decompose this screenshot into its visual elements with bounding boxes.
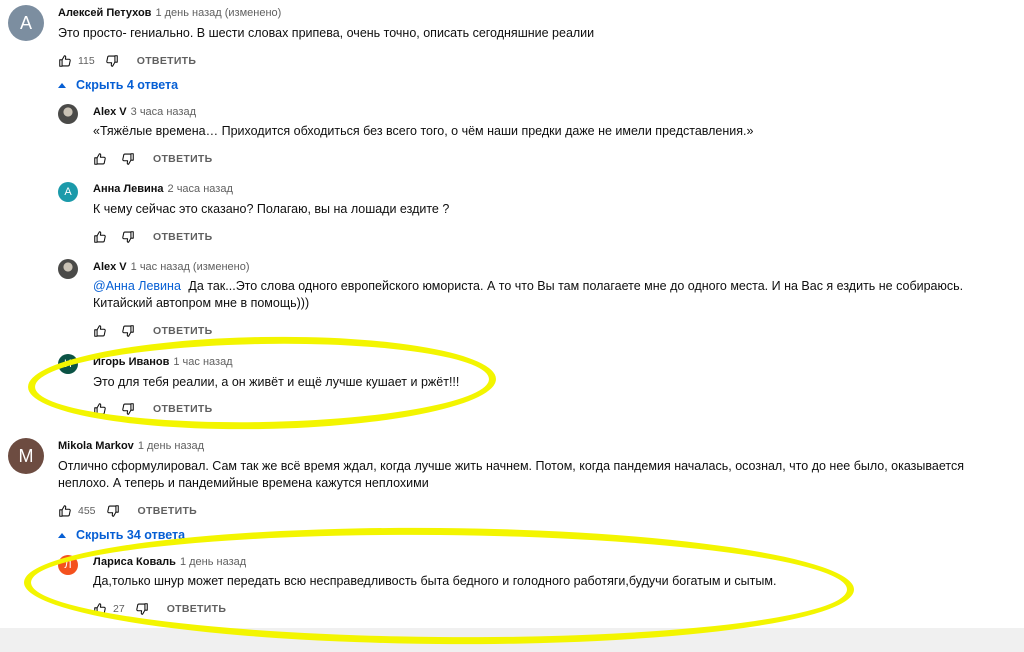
timestamp[interactable]: 3 часа назад: [131, 106, 196, 118]
author-name[interactable]: Mikola Markov: [58, 440, 134, 452]
comment-text: @Анна Левина Да так...Это слова одного е…: [93, 278, 998, 312]
comment-text: Да,только шнур может передать всю неспра…: [93, 574, 777, 588]
comment-actions: 27 ОТВЕТИТЬ: [93, 601, 226, 617]
comment-actions: 455 ОТВЕТИТЬ: [58, 503, 197, 519]
author-name[interactable]: Алексей Петухов: [58, 7, 151, 19]
comment-actions: ОТВЕТИТЬ: [93, 323, 213, 339]
comment-header: Анна Левина 2 часа назад: [93, 183, 233, 195]
avatar[interactable]: [58, 104, 78, 124]
author-name[interactable]: Лариса Коваль: [93, 556, 176, 568]
reply-button[interactable]: ОТВЕТИТЬ: [137, 55, 197, 67]
hide-replies-button[interactable]: Скрыть 34 ответа: [58, 528, 185, 542]
dislike-icon[interactable]: [135, 602, 149, 616]
author-name[interactable]: Alex V: [93, 106, 127, 118]
like-icon[interactable]: [93, 152, 107, 166]
comment-text: Это для тебя реалии, а он живёт и ещё лу…: [93, 375, 460, 389]
timestamp[interactable]: 1 день назад: [180, 556, 246, 568]
avatar[interactable]: И: [58, 354, 78, 374]
author-name[interactable]: Анна Левина: [93, 183, 164, 195]
caret-up-icon: [58, 82, 66, 88]
comment-body: Да так...Это слова одного европейского ю…: [93, 279, 964, 310]
comment-actions: ОТВЕТИТЬ: [93, 229, 213, 245]
author-name[interactable]: Игорь Иванов: [93, 356, 169, 368]
comment-text: К чему сейчас это сказано? Полагаю, вы н…: [93, 202, 450, 216]
like-icon[interactable]: [93, 324, 107, 338]
hide-replies-button[interactable]: Скрыть 4 ответа: [58, 78, 178, 92]
dislike-icon[interactable]: [121, 324, 135, 338]
avatar[interactable]: А: [58, 182, 78, 202]
dislike-icon[interactable]: [121, 402, 135, 416]
avatar[interactable]: А: [8, 5, 44, 41]
like-icon[interactable]: [93, 402, 107, 416]
page-bottom-band: [0, 628, 1024, 652]
comment-header: Mikola Markov 1 день назад: [58, 440, 204, 452]
avatar[interactable]: M: [8, 438, 44, 474]
reply-button[interactable]: ОТВЕТИТЬ: [153, 403, 213, 415]
dislike-icon[interactable]: [106, 504, 120, 518]
comment-text: «Тяжёлые времена… Приходится обходиться …: [93, 124, 754, 138]
mention-link[interactable]: @Анна Левина: [93, 279, 181, 293]
like-icon[interactable]: [93, 602, 107, 616]
hide-replies-label: Скрыть 4 ответа: [76, 78, 179, 92]
hide-replies-label: Скрыть 34 ответа: [76, 528, 186, 542]
dislike-icon[interactable]: [121, 230, 135, 244]
author-name[interactable]: Alex V: [93, 261, 127, 273]
like-icon[interactable]: [58, 54, 72, 68]
timestamp[interactable]: 1 час назад (изменено): [131, 261, 250, 273]
comment-header: Лариса Коваль 1 день назад: [93, 556, 246, 568]
comment-header: Alex V 1 час назад (изменено): [93, 261, 250, 273]
comment-header: Alex V 3 часа назад: [93, 106, 196, 118]
reply-button[interactable]: ОТВЕТИТЬ: [153, 325, 213, 337]
like-icon[interactable]: [93, 230, 107, 244]
reply-button[interactable]: ОТВЕТИТЬ: [167, 603, 227, 615]
comment-header: Игорь Иванов 1 час назад: [93, 356, 233, 368]
comment-header: Алексей Петухов 1 день назад (изменено): [58, 7, 281, 19]
dislike-icon[interactable]: [105, 54, 119, 68]
reply-button[interactable]: ОТВЕТИТЬ: [153, 231, 213, 243]
comment-text: Отлично сформулировал. Сам так же всё вр…: [58, 459, 964, 490]
timestamp[interactable]: 2 часа назад: [168, 183, 233, 195]
reply-button[interactable]: ОТВЕТИТЬ: [138, 505, 198, 517]
comment-actions: ОТВЕТИТЬ: [93, 401, 213, 417]
avatar[interactable]: Л: [58, 555, 78, 575]
like-count: 455: [78, 505, 96, 517]
timestamp[interactable]: 1 день назад (изменено): [155, 7, 281, 19]
like-count: 27: [113, 603, 125, 615]
comment-text: Это просто- гениально. В шести словах пр…: [58, 26, 595, 40]
comment-actions: 115 ОТВЕТИТЬ: [58, 53, 196, 69]
like-icon[interactable]: [58, 504, 72, 518]
timestamp[interactable]: 1 час назад: [173, 356, 232, 368]
like-count: 115: [78, 55, 95, 67]
reply-button[interactable]: ОТВЕТИТЬ: [153, 153, 213, 165]
timestamp[interactable]: 1 день назад: [138, 440, 204, 452]
caret-up-icon: [58, 532, 66, 538]
avatar[interactable]: [58, 259, 78, 279]
dislike-icon[interactable]: [121, 152, 135, 166]
comment-actions: ОТВЕТИТЬ: [93, 151, 213, 167]
